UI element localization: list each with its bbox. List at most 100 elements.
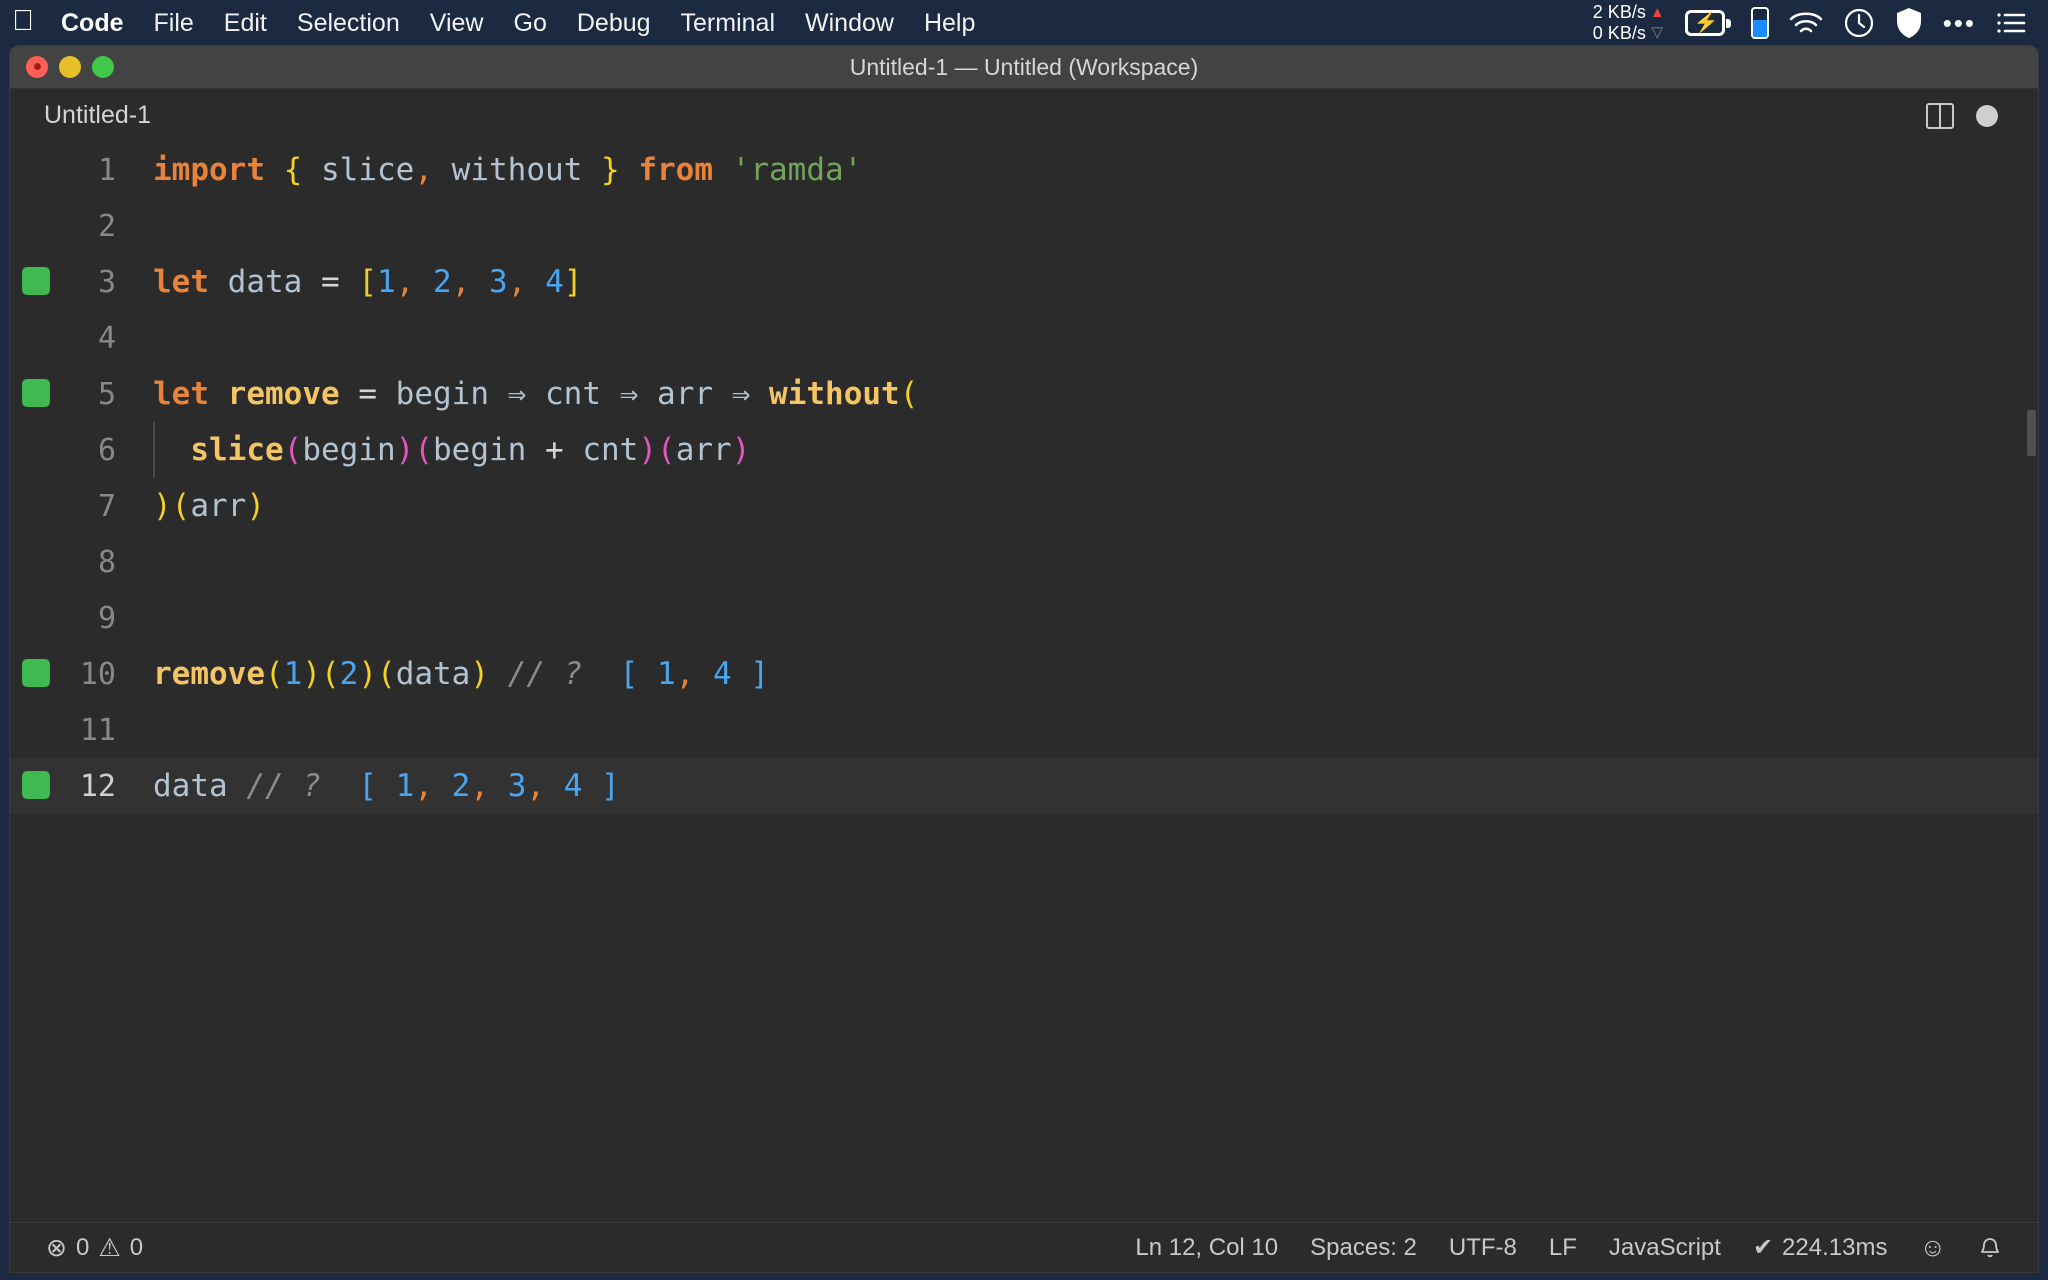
code-token: 4 xyxy=(545,264,564,300)
code-token: 4 xyxy=(713,656,732,692)
menu-item-debug[interactable]: Debug xyxy=(562,0,666,46)
menu-item-window[interactable]: Window xyxy=(790,0,909,46)
split-editor-icon[interactable] xyxy=(1926,102,1954,129)
code-token: , xyxy=(414,768,433,804)
breakpoint-marker-icon[interactable] xyxy=(22,659,50,687)
status-feedback[interactable]: ☺ xyxy=(1903,1223,1962,1273)
wifi-icon[interactable] xyxy=(1779,0,1833,46)
clock-icon[interactable] xyxy=(1833,0,1885,46)
breakpoint-marker-icon[interactable] xyxy=(22,771,50,799)
code-line[interactable]: 9 xyxy=(10,590,2038,646)
code-token: + xyxy=(545,432,564,468)
warning-icon: ⚠ xyxy=(98,1233,121,1262)
code-line[interactable]: 7)(arr) xyxy=(10,478,2038,534)
network-download-speed: 0 KB/s xyxy=(1592,23,1646,43)
status-eol[interactable]: LF xyxy=(1533,1223,1593,1273)
code-token: , xyxy=(414,152,433,188)
code-token: ⇒ xyxy=(507,376,527,412)
status-encoding[interactable]: UTF-8 xyxy=(1433,1223,1533,1273)
tab-label: Untitled-1 xyxy=(44,101,151,129)
status-language-mode[interactable]: JavaScript xyxy=(1593,1223,1737,1273)
code-token: ( xyxy=(657,432,676,468)
line-number: 11 xyxy=(79,712,116,748)
code-token: , xyxy=(395,264,415,300)
status-problems[interactable]: ⊗ 0 ⚠ 0 xyxy=(30,1223,159,1273)
editor-actions xyxy=(1926,102,2038,129)
menu-item-help[interactable]: Help xyxy=(909,0,990,46)
status-indentation[interactable]: Spaces: 2 xyxy=(1294,1223,1433,1273)
network-speed-indicator[interactable]: 2 KB/s 0 KB/s ▲ ▽ xyxy=(1583,0,1675,46)
menu-item-code[interactable]: Code xyxy=(46,0,139,46)
list-menu-icon[interactable] xyxy=(1986,0,2036,46)
code-token: ( xyxy=(377,656,396,692)
code-token: import xyxy=(153,152,265,188)
menu-item-edit[interactable]: Edit xyxy=(209,0,282,46)
maximize-window-button[interactable] xyxy=(92,56,114,78)
code-line[interactable]: 12 data // ? [ 1, 2, 3, 4 ] xyxy=(10,758,2038,814)
code-token: slice xyxy=(321,152,415,188)
code-token: [ xyxy=(619,656,639,692)
code-token: begin xyxy=(302,432,396,468)
code-editor[interactable]: 1 import { slice, without } from 'ramda' 2… xyxy=(10,142,2038,1222)
code-token: data xyxy=(153,768,228,804)
code-line[interactable]: 5 let remove = begin ⇒ cnt ⇒ arr ⇒ withou… xyxy=(10,366,2038,422)
code-token: 3 xyxy=(489,264,508,300)
status-run-time[interactable]: ✔ 224.13ms xyxy=(1737,1223,1904,1273)
run-time-value: 224.13ms xyxy=(1782,1233,1888,1261)
code-line[interactable]: 2 xyxy=(10,198,2038,254)
menu-item-terminal[interactable]: Terminal xyxy=(666,0,790,46)
code-line[interactable]: 8 xyxy=(10,534,2038,590)
overflow-dots-icon[interactable]: ••• xyxy=(1933,0,1986,46)
code-line-content: )(arr) xyxy=(138,488,2038,524)
close-window-button[interactable] xyxy=(26,56,48,78)
code-line-content: remove(1)(2)(data) // ? [ 1, 4 ] xyxy=(138,656,2038,692)
menu-item-go[interactable]: Go xyxy=(499,0,562,46)
code-token: 1 xyxy=(283,656,303,692)
code-token: ) xyxy=(731,432,751,468)
code-token: 1 xyxy=(377,264,396,300)
menu-item-file[interactable]: File xyxy=(139,0,209,46)
menu-item-view[interactable]: View xyxy=(415,0,499,46)
code-token: ( xyxy=(321,656,340,692)
status-notifications[interactable] xyxy=(1962,1223,2018,1273)
editor-scrollbar-thumb[interactable] xyxy=(2027,410,2036,456)
code-line[interactable]: 1 import { slice, without } from 'ramda' xyxy=(10,142,2038,198)
code-line[interactable]: 6 slice(begin)(begin + cnt)(arr) xyxy=(10,422,2038,478)
menu-item-selection[interactable]: Selection xyxy=(282,0,415,46)
breakpoint-marker-icon[interactable] xyxy=(22,379,50,407)
breakpoint-marker-icon[interactable] xyxy=(22,267,50,295)
code-token: // ? xyxy=(507,656,583,692)
code-line[interactable]: 11 xyxy=(10,702,2038,758)
unsaved-dot-icon[interactable] xyxy=(1976,104,1998,127)
code-line[interactable]: 4 xyxy=(10,310,2038,366)
code-line[interactable]: 3 let data = [1, 2, 3, 4] xyxy=(10,254,2038,310)
tab-untitled-1[interactable]: Untitled-1 xyxy=(10,89,173,142)
code-token: 2 xyxy=(451,768,471,804)
phone-battery-icon[interactable] xyxy=(1741,0,1779,46)
minimize-window-button[interactable] xyxy=(59,56,81,78)
battery-charging-icon[interactable]: ⚡ xyxy=(1675,0,1741,46)
status-bar: ⊗ 0 ⚠ 0 Ln 12, Col 10 Spaces: 2 UTF-8 LF… xyxy=(10,1222,2038,1272)
apple-logo-icon[interactable]:  xyxy=(0,0,46,46)
code-line[interactable]: 10 remove(1)(2)(data) // ? [ 1, 4 ] xyxy=(10,646,2038,702)
code-token: ( xyxy=(264,656,284,692)
status-cursor-position[interactable]: Ln 12, Col 10 xyxy=(1119,1223,1294,1273)
shield-icon[interactable] xyxy=(1885,0,1933,46)
code-token: without xyxy=(451,152,583,188)
